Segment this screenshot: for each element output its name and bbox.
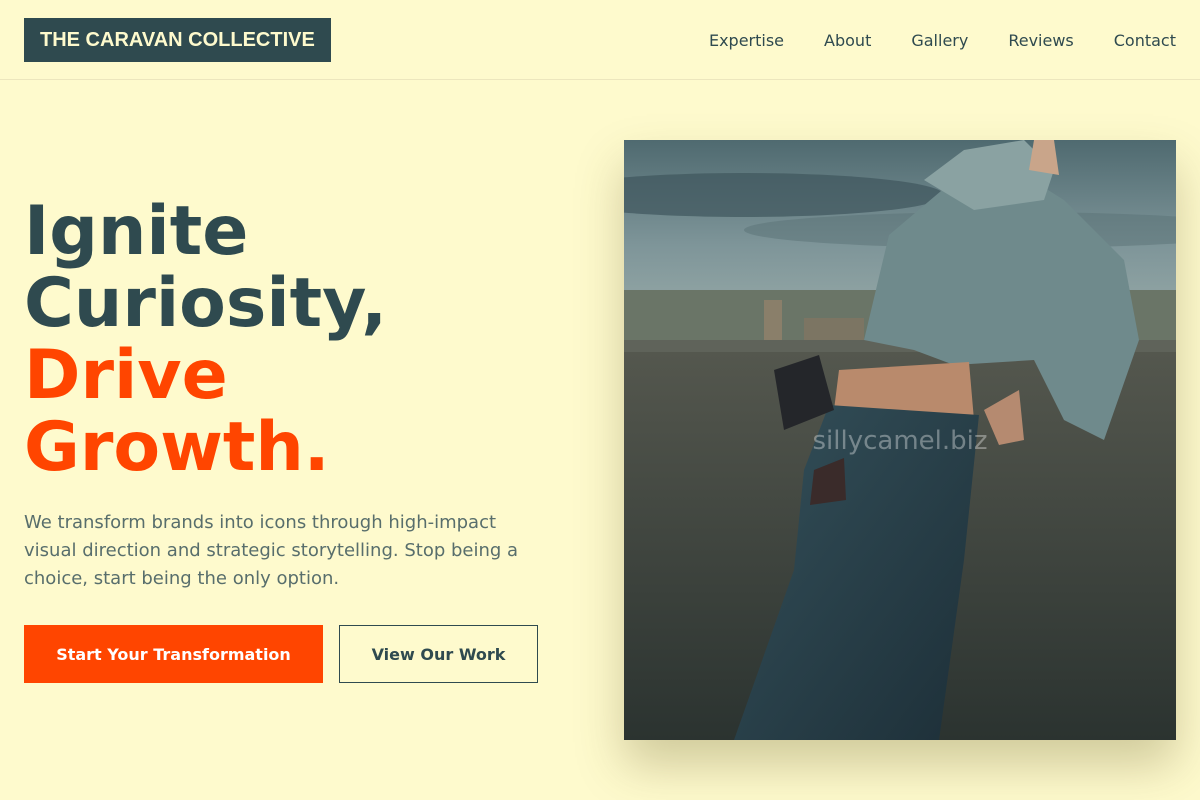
start-transformation-button[interactable]: Start Your Transformation bbox=[24, 625, 323, 683]
image-watermark: sillycamel.biz bbox=[812, 426, 988, 456]
nav-link-reviews[interactable]: Reviews bbox=[1008, 31, 1073, 50]
headline-line-2: Curiosity, bbox=[24, 264, 388, 343]
hero-headline: Ignite Curiosity, Drive Growth. bbox=[24, 196, 387, 484]
view-work-button[interactable]: View Our Work bbox=[339, 625, 538, 683]
main-nav: Expertise About Gallery Reviews Contact bbox=[709, 0, 1176, 80]
nav-link-about[interactable]: About bbox=[824, 31, 871, 50]
headline-accent-line-1: Drive bbox=[24, 336, 228, 415]
brand-logo[interactable]: THE CARAVAN COLLECTIVE bbox=[24, 18, 331, 62]
hero-description: We transform brands into icons through h… bbox=[24, 512, 519, 589]
site-header: THE CARAVAN COLLECTIVE Expertise About G… bbox=[0, 0, 1200, 80]
nav-link-gallery[interactable]: Gallery bbox=[911, 31, 968, 50]
headline-line-1: Ignite bbox=[24, 192, 249, 271]
hero-photo: sillycamel.biz bbox=[624, 140, 1176, 740]
nav-link-expertise[interactable]: Expertise bbox=[709, 31, 784, 50]
headline-accent-line-2: Growth. bbox=[24, 408, 330, 487]
nav-link-contact[interactable]: Contact bbox=[1114, 31, 1176, 50]
